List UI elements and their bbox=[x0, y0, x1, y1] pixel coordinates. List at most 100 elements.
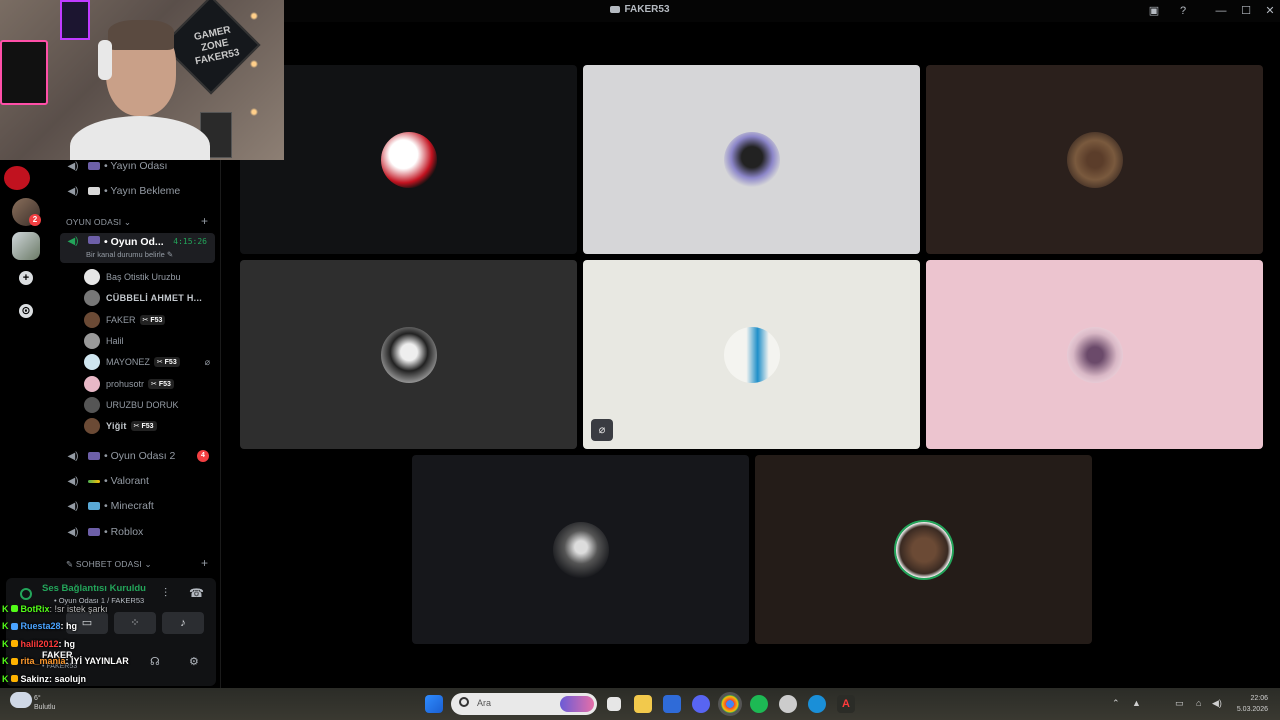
kick-icon: K bbox=[2, 673, 9, 684]
chat-text: : hg bbox=[60, 621, 78, 632]
fairy-lights bbox=[248, 0, 260, 160]
avatar bbox=[84, 354, 100, 370]
voice-timer: 4:15:26 bbox=[173, 237, 207, 246]
chat-user: Ruesta28 bbox=[20, 621, 61, 632]
video-tile[interactable] bbox=[240, 260, 577, 449]
weather-desc: Bulutlu bbox=[34, 704, 56, 711]
minimize-button[interactable]: — bbox=[1213, 3, 1229, 19]
volume-icon[interactable]: ◀) bbox=[1212, 698, 1222, 709]
channel-oyun-odasi-active[interactable]: ◀) • Oyun Od... 4:15:26 Bir kanal durumu… bbox=[60, 233, 215, 263]
inbox-icon[interactable]: ▣ bbox=[1146, 3, 1162, 19]
speaker-icon: ◀) bbox=[67, 500, 79, 512]
chat-message: K Sakinz : saolujn bbox=[2, 670, 222, 688]
chat-text: : İYİ YAYINLAR bbox=[65, 656, 129, 667]
app-icon[interactable]: A bbox=[837, 695, 855, 713]
chrome-icon[interactable] bbox=[721, 695, 739, 713]
chat-text: : saolujn bbox=[49, 673, 87, 684]
channel-minecraft[interactable]: ◀) • Minecraft bbox=[60, 495, 215, 517]
kick-icon: K bbox=[2, 656, 9, 667]
edge-icon[interactable] bbox=[808, 695, 826, 713]
badge-icon bbox=[10, 657, 18, 665]
channel-emoji-icon bbox=[88, 452, 100, 460]
voice-member[interactable]: prohusotr ✂ F53 bbox=[84, 374, 214, 394]
avatar bbox=[84, 418, 100, 434]
video-tile[interactable] bbox=[755, 455, 1092, 644]
mic-muted-icon: ⌀ bbox=[204, 356, 210, 367]
file-explorer-icon[interactable] bbox=[634, 695, 652, 713]
avatar bbox=[84, 312, 100, 328]
notification-badge: 2 bbox=[29, 214, 41, 226]
search-box[interactable]: Ara bbox=[451, 693, 597, 715]
channel-valorant[interactable]: ◀) • Valorant bbox=[60, 470, 215, 492]
video-tile[interactable] bbox=[926, 260, 1263, 449]
channel-yayin-bekleme[interactable]: ◀) • Yayın Bekleme bbox=[60, 180, 215, 202]
channel-roblox[interactable]: ◀) • Roblox bbox=[60, 521, 215, 543]
weather-widget[interactable]: 6° Bulutlu bbox=[34, 694, 55, 712]
clock-date: 5.03.2026 bbox=[1236, 706, 1268, 713]
speaker-icon: ◀) bbox=[67, 526, 79, 538]
start-button[interactable] bbox=[425, 695, 443, 713]
voice-member[interactable]: Halil bbox=[84, 331, 214, 351]
video-tile[interactable]: ⌀ bbox=[583, 260, 920, 449]
maximize-button[interactable]: ☐ bbox=[1238, 3, 1254, 19]
participant-avatar bbox=[723, 326, 780, 383]
spotify-icon[interactable] bbox=[750, 695, 768, 713]
clock-time: 22:06 bbox=[1250, 695, 1268, 702]
chat-message: K halil2012 : hg bbox=[2, 635, 222, 653]
chat-message: K BotRix : !sr istek şarkı bbox=[2, 600, 222, 618]
channel-label: • Roblox bbox=[104, 526, 144, 538]
store-icon[interactable] bbox=[663, 695, 681, 713]
participant-avatar bbox=[380, 326, 437, 383]
noise-suppression-icon[interactable]: ⫶ bbox=[164, 586, 167, 601]
voice-member[interactable]: CÜBBELİ AHMET H... bbox=[84, 288, 214, 308]
voice-member[interactable]: URUZBU DORUK bbox=[84, 395, 214, 415]
system-clock[interactable]: 22:06 5.03.2026 bbox=[1237, 693, 1268, 715]
discord-taskbar-icon[interactable] bbox=[692, 695, 710, 713]
category-sohbet-odasi[interactable]: ✎ SOHBET ODASI ⌄ bbox=[66, 559, 152, 570]
chat-user: rita_mania bbox=[20, 656, 66, 667]
add-channel-icon[interactable]: + bbox=[201, 556, 208, 570]
participant-avatar bbox=[1066, 131, 1123, 188]
avatar bbox=[84, 397, 100, 413]
task-view-icon[interactable] bbox=[607, 697, 621, 711]
member-name: CÜBBELİ AHMET H... bbox=[106, 293, 203, 303]
search-placeholder: Ara bbox=[477, 698, 492, 708]
video-tile[interactable] bbox=[240, 65, 577, 254]
video-tile[interactable] bbox=[583, 65, 920, 254]
help-icon[interactable]: ? bbox=[1175, 3, 1191, 19]
voice-member[interactable]: FAKER ✂ F53 bbox=[84, 310, 214, 330]
member-name: Halil bbox=[106, 336, 124, 346]
network-icon[interactable]: ⌂ bbox=[1196, 698, 1201, 708]
video-tile[interactable] bbox=[412, 455, 749, 644]
badge-icon bbox=[10, 640, 18, 648]
weather-icon[interactable] bbox=[10, 692, 32, 708]
tray-chevron-icon[interactable]: ⌃ bbox=[1112, 698, 1120, 709]
add-server-icon[interactable]: + bbox=[19, 271, 33, 285]
video-tile[interactable] bbox=[926, 65, 1263, 254]
channel-label: • Oyun Od... bbox=[104, 236, 164, 248]
member-name: Baş Otistik Uruzbu bbox=[106, 272, 181, 282]
tray-app-icon[interactable]: ▲ bbox=[1132, 698, 1141, 708]
channel-status-hint[interactable]: Bir kanal durumu belirle ✎ bbox=[86, 250, 173, 259]
channel-label: • Minecraft bbox=[104, 500, 154, 512]
discover-icon[interactable]: ⊙ bbox=[19, 304, 33, 318]
speaker-icon: ◀) bbox=[67, 185, 79, 197]
add-channel-icon[interactable]: + bbox=[201, 214, 208, 228]
server-icon[interactable] bbox=[12, 232, 40, 260]
tray-app-icon[interactable]: ▭ bbox=[1175, 698, 1184, 709]
badge-icon bbox=[10, 622, 18, 630]
voice-member[interactable]: Baş Otistik Uruzbu bbox=[84, 267, 214, 287]
close-button[interactable]: ✕ bbox=[1262, 3, 1278, 19]
speaker-icon: ◀) bbox=[67, 160, 79, 172]
channel-oyun-odasi-2[interactable]: ◀) • Oyun Odası 2 4 bbox=[60, 445, 215, 467]
obs-icon[interactable] bbox=[779, 695, 797, 713]
category-oyun-odasi[interactable]: OYUN ODASI ⌄ bbox=[66, 217, 131, 228]
voice-status-text[interactable]: Ses Bağlantısı Kuruldu bbox=[42, 583, 146, 594]
speaker-icon: ◀) bbox=[67, 475, 79, 487]
voice-member[interactable]: MAYONEZ ✂ F53 ⌀ bbox=[84, 352, 214, 372]
mic-muted-icon: ⌀ bbox=[591, 419, 613, 441]
avatar bbox=[84, 376, 100, 392]
member-tag: ✂ F53 bbox=[153, 357, 180, 367]
disconnect-icon[interactable]: ☎ bbox=[189, 586, 204, 600]
voice-member[interactable]: Yiğit ✂ F53 bbox=[84, 416, 214, 436]
